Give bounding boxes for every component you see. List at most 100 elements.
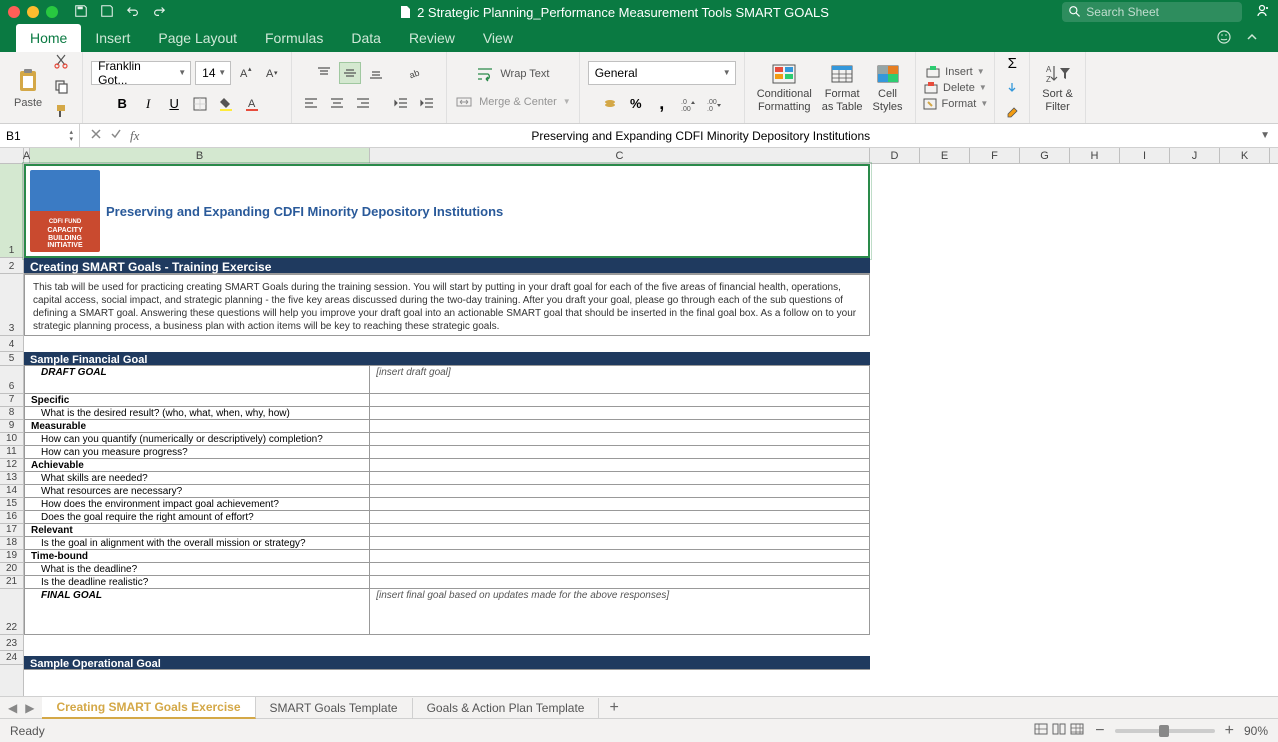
- conditional-formatting-button[interactable]: Conditional Formatting: [753, 60, 816, 114]
- format-painter-icon[interactable]: [52, 103, 70, 122]
- cells-canvas[interactable]: CDFI FUND CAPACITY BUILDING INITIATIVE P…: [24, 164, 1278, 696]
- row-header-23[interactable]: 23: [0, 635, 23, 651]
- increase-font-icon[interactable]: A▴: [235, 62, 257, 84]
- cell-b1-selected[interactable]: CDFI FUND CAPACITY BUILDING INITIATIVE P…: [24, 164, 870, 258]
- row-header-13[interactable]: 13: [0, 472, 23, 485]
- row-header-3[interactable]: 3: [0, 274, 23, 336]
- final-goal-label[interactable]: FINAL GOAL: [25, 589, 370, 634]
- autosum-icon[interactable]: Σ: [1001, 53, 1023, 75]
- timebound-label[interactable]: Time-bound: [25, 550, 370, 562]
- clear-icon[interactable]: [1001, 101, 1023, 123]
- border-icon[interactable]: [189, 93, 211, 115]
- specific-q[interactable]: What is the desired result? (who, what, …: [25, 407, 370, 419]
- zoom-slider[interactable]: [1115, 729, 1215, 733]
- search-sheet-input[interactable]: [1062, 2, 1242, 22]
- zoom-out-button[interactable]: −: [1095, 722, 1104, 740]
- orientation-icon[interactable]: ab: [403, 62, 425, 84]
- comma-icon[interactable]: ,: [651, 93, 673, 115]
- align-right-icon[interactable]: [352, 92, 374, 114]
- row-header-24[interactable]: 24: [0, 651, 23, 665]
- row-header-14[interactable]: 14: [0, 485, 23, 498]
- cell-styles-button[interactable]: Cell Styles: [869, 60, 907, 114]
- redo-icon[interactable]: [152, 4, 166, 21]
- row-header-18[interactable]: 18: [0, 537, 23, 550]
- sheet-tab-2[interactable]: SMART Goals Template: [256, 698, 413, 718]
- tab-home[interactable]: Home: [16, 24, 81, 52]
- col-header-b[interactable]: B: [30, 148, 370, 163]
- measurable-q2[interactable]: How can you measure progress?: [25, 446, 370, 458]
- save-as-icon[interactable]: [100, 4, 114, 21]
- tab-formulas[interactable]: Formulas: [251, 24, 337, 52]
- number-format-select[interactable]: General▼: [588, 61, 736, 85]
- align-top-icon[interactable]: [313, 62, 335, 84]
- font-color-icon[interactable]: A: [241, 93, 263, 115]
- row-header-5[interactable]: 5: [0, 352, 23, 366]
- row-header-6[interactable]: 6: [0, 366, 23, 394]
- wrap-text-button[interactable]: Wrap Text: [476, 66, 549, 82]
- row-header-8[interactable]: 8: [0, 407, 23, 420]
- page-layout-view-icon[interactable]: [1051, 722, 1067, 739]
- draft-goal-label[interactable]: DRAFT GOAL: [25, 366, 370, 393]
- font-size-select[interactable]: 14▼: [195, 61, 231, 85]
- achievable-label[interactable]: Achievable: [25, 459, 370, 471]
- close-window-button[interactable]: [8, 6, 20, 18]
- achievable-q1[interactable]: What skills are needed?: [25, 472, 370, 484]
- decrease-font-icon[interactable]: A▾: [261, 62, 283, 84]
- measurable-q1[interactable]: How can you quantify (numerically or des…: [25, 433, 370, 445]
- minimize-window-button[interactable]: [27, 6, 39, 18]
- col-header-j[interactable]: J: [1170, 148, 1220, 163]
- add-sheet-button[interactable]: +: [599, 699, 628, 717]
- italic-icon[interactable]: I: [137, 93, 159, 115]
- draft-goal-value[interactable]: [insert draft goal]: [370, 366, 869, 393]
- col-header-f[interactable]: F: [970, 148, 1020, 163]
- next-sheet-icon[interactable]: ▶: [25, 701, 34, 715]
- row-header-9[interactable]: 9: [0, 420, 23, 433]
- expand-formula-bar-icon[interactable]: ▼: [1252, 130, 1278, 141]
- row-header-11[interactable]: 11: [0, 446, 23, 459]
- col-header-c[interactable]: C: [370, 148, 870, 163]
- row-header-22[interactable]: 22: [0, 589, 23, 635]
- row-header-17[interactable]: 17: [0, 524, 23, 537]
- tab-data[interactable]: Data: [337, 24, 395, 52]
- confirm-formula-icon[interactable]: [110, 128, 122, 143]
- relevant-label[interactable]: Relevant: [25, 524, 370, 536]
- row-header-16[interactable]: 16: [0, 511, 23, 524]
- row-header-7[interactable]: 7: [0, 394, 23, 407]
- insert-cells-button[interactable]: Insert▼: [925, 65, 984, 79]
- row-header-15[interactable]: 15: [0, 498, 23, 511]
- col-header-e[interactable]: E: [920, 148, 970, 163]
- row-header-10[interactable]: 10: [0, 433, 23, 446]
- normal-view-icon[interactable]: [1033, 722, 1049, 739]
- col-header-d[interactable]: D: [870, 148, 920, 163]
- row-header-12[interactable]: 12: [0, 459, 23, 472]
- share-icon[interactable]: [1254, 3, 1270, 22]
- sheet-tab-3[interactable]: Goals & Action Plan Template: [413, 698, 600, 718]
- save-icon[interactable]: [74, 4, 88, 21]
- prev-sheet-icon[interactable]: ◀: [8, 701, 17, 715]
- bold-icon[interactable]: B: [111, 93, 133, 115]
- delete-cells-button[interactable]: Delete▼: [923, 81, 987, 95]
- increase-indent-icon[interactable]: [416, 92, 438, 114]
- font-name-select[interactable]: Franklin Got...▼: [91, 61, 191, 85]
- row-header-19[interactable]: 19: [0, 550, 23, 563]
- sheet-tab-1[interactable]: Creating SMART Goals Exercise: [42, 697, 255, 719]
- row-header-2[interactable]: 2: [0, 258, 23, 274]
- decrease-indent-icon[interactable]: [390, 92, 412, 114]
- help-icon[interactable]: [1216, 29, 1232, 48]
- zoom-percent[interactable]: 90%: [1244, 724, 1268, 738]
- fill-color-icon[interactable]: [215, 93, 237, 115]
- measurable-label[interactable]: Measurable: [25, 420, 370, 432]
- paste-button[interactable]: Paste: [8, 63, 48, 113]
- row-header-21[interactable]: 21: [0, 576, 23, 589]
- decrease-decimal-icon[interactable]: .00.0: [703, 93, 725, 115]
- undo-icon[interactable]: [126, 4, 140, 21]
- align-center-icon[interactable]: [326, 92, 348, 114]
- copy-icon[interactable]: [52, 78, 70, 97]
- row-header-4[interactable]: 4: [0, 336, 23, 352]
- increase-decimal-icon[interactable]: .0.00: [677, 93, 699, 115]
- tab-insert[interactable]: Insert: [81, 24, 144, 52]
- row-header-1[interactable]: 1: [0, 164, 23, 258]
- currency-icon[interactable]: [599, 93, 621, 115]
- description-cell[interactable]: This tab will be used for practicing cre…: [24, 274, 870, 336]
- cut-icon[interactable]: [52, 53, 70, 72]
